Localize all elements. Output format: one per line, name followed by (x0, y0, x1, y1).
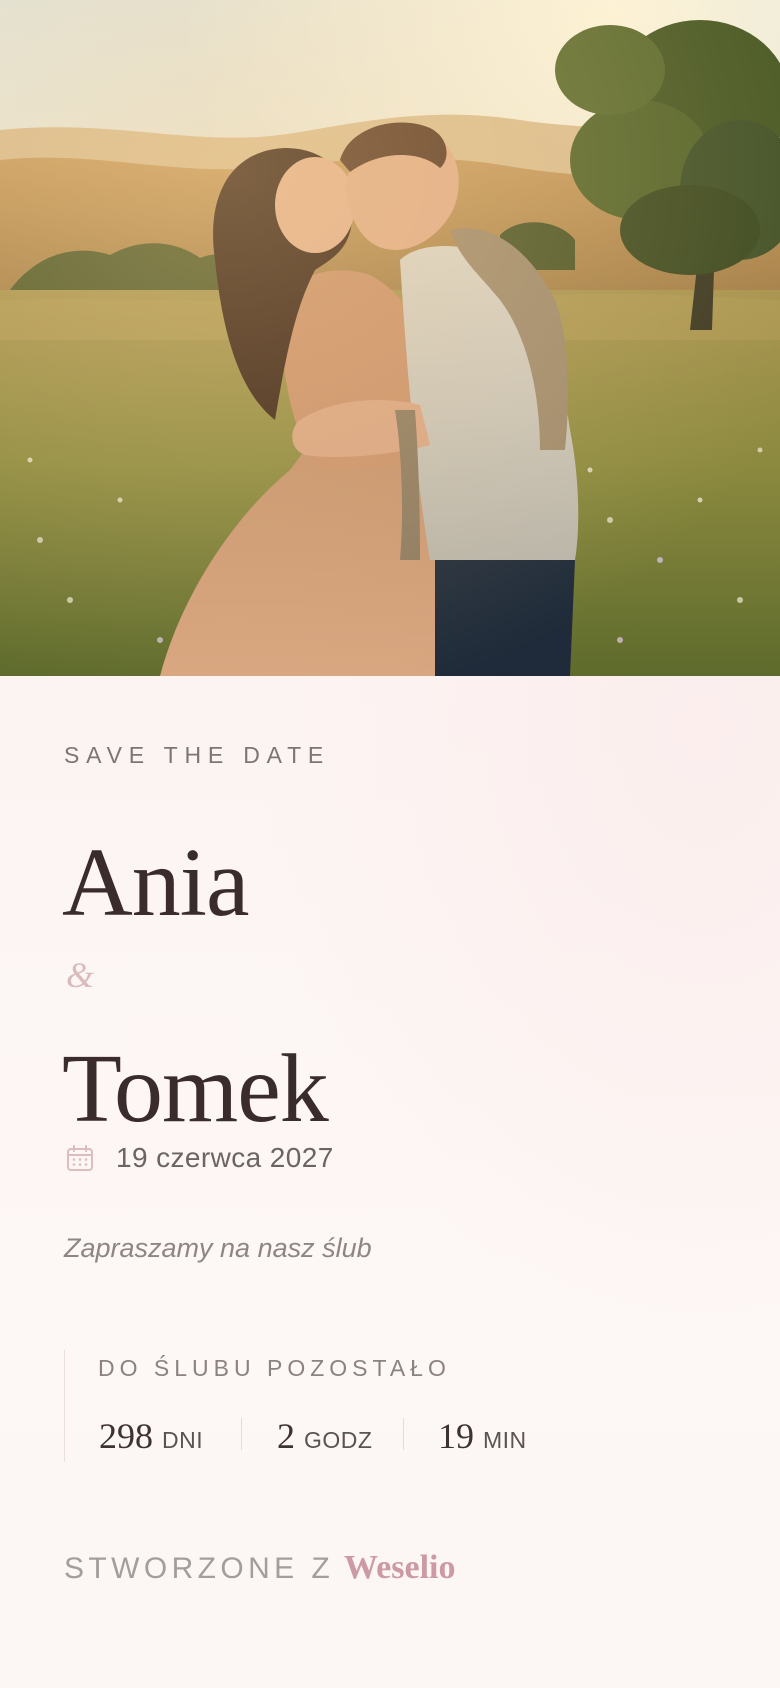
footer-credit: STWORZONE Z Weselio (64, 1549, 455, 1589)
wedding-date: 19 czerwca 2027 (66, 1142, 334, 1174)
invitation-card (0, 676, 780, 1688)
partner-one-name: Ania (62, 829, 249, 937)
countdown-days-value: 298 (99, 1416, 153, 1456)
countdown-minutes-unit: MIN (483, 1427, 527, 1453)
brand-link[interactable]: Weselio (344, 1549, 455, 1587)
calendar-icon (66, 1144, 94, 1172)
countdown-hours: 2 GODZ (277, 1416, 372, 1456)
countdown-label: DO ŚLUBU POZOSTAŁO (98, 1355, 451, 1381)
countdown-hours-unit: GODZ (304, 1427, 373, 1453)
countdown-divider (241, 1418, 242, 1450)
countdown-divider (403, 1418, 404, 1450)
countdown-days-unit: DNI (162, 1427, 204, 1453)
ampersand: & (66, 955, 95, 995)
countdown-minutes: 19 MIN (438, 1416, 527, 1456)
hero-photo (0, 0, 780, 676)
partner-two-name: Tomek (62, 1035, 329, 1143)
footer-prefix: STWORZONE Z (64, 1552, 335, 1585)
save-the-date-label: SAVE THE DATE (64, 742, 331, 768)
invitation-tagline: Zapraszamy na nasz ślub (64, 1233, 372, 1263)
countdown-minutes-value: 19 (438, 1416, 474, 1456)
countdown-hours-value: 2 (277, 1416, 295, 1456)
countdown: DO ŚLUBU POZOSTAŁO 298 DNI 2 GODZ 19 MIN (64, 1350, 625, 1462)
countdown-days: 298 DNI (99, 1416, 203, 1456)
wedding-date-text: 19 czerwca 2027 (116, 1142, 334, 1173)
